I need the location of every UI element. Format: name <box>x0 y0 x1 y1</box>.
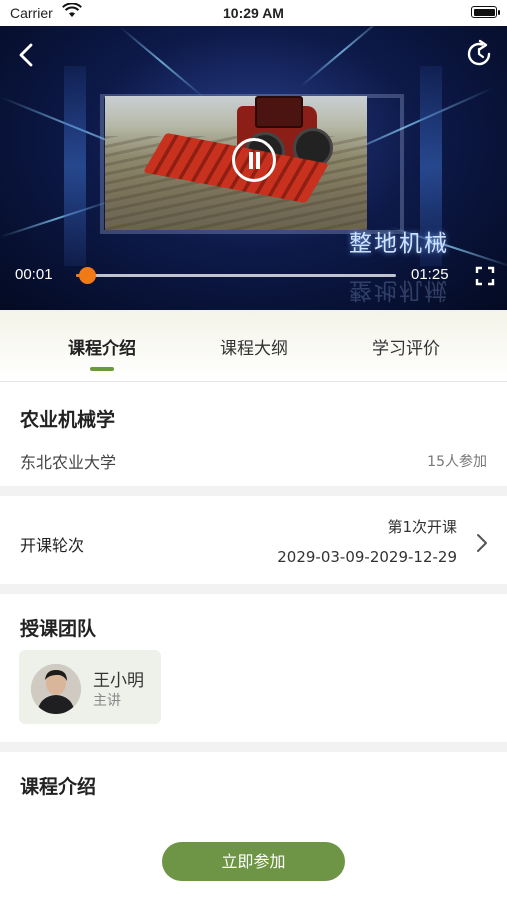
section-divider <box>0 742 507 752</box>
current-time: 00:01 <box>15 266 53 283</box>
status-bar: Carrier 10:29 AM <box>0 0 507 26</box>
teacher-name: 王小明 <box>93 671 144 691</box>
section-divider <box>0 486 507 496</box>
university-name: 东北农业大学 <box>20 453 117 472</box>
battery-icon <box>471 6 500 18</box>
video-overlay-title: 整地机械 <box>349 231 449 257</box>
chevron-left-icon <box>19 43 33 67</box>
teacher-card[interactable]: 王小明 主讲 <box>19 650 161 724</box>
teacher-role: 主讲 <box>93 693 121 709</box>
light-beam-decoration <box>299 26 385 88</box>
session-round: 第1次开课 <box>387 518 457 536</box>
teaching-team-section: 授课团队 王小明 主讲 <box>0 594 507 742</box>
course-info-section: 农业机械学 东北农业大学 15人参加 <box>0 383 507 486</box>
duration-time: 01:25 <box>411 266 449 283</box>
fullscreen-button[interactable] <box>475 266 495 286</box>
tab-syllabus[interactable]: 课程大纲 <box>184 334 324 359</box>
tractor-cab <box>255 96 303 128</box>
chevron-right-icon <box>475 532 489 554</box>
video-player[interactable]: 整地机械 整地机械 00:01 01:25 <box>0 26 507 310</box>
intro-heading: 课程介绍 <box>20 776 97 798</box>
participant-count: 15人参加 <box>427 454 487 470</box>
back-button[interactable] <box>12 40 42 70</box>
replay-button[interactable] <box>463 38 495 70</box>
tab-bar: 课程介绍 课程大纲 学习评价 <box>0 310 507 382</box>
avatar <box>31 664 81 714</box>
replay-icon <box>467 39 491 66</box>
team-heading: 授课团队 <box>20 618 97 640</box>
join-button[interactable]: 立即参加 <box>162 842 345 881</box>
active-tab-indicator <box>90 367 114 371</box>
progress-bar[interactable] <box>76 267 396 284</box>
session-label: 开课轮次 <box>20 536 85 555</box>
course-title: 农业机械学 <box>20 409 116 431</box>
light-beam-decoration <box>0 198 115 238</box>
tab-evaluation[interactable]: 学习评价 <box>336 334 476 359</box>
section-divider <box>0 584 507 594</box>
status-time: 10:29 AM <box>223 5 284 21</box>
fullscreen-icon <box>475 266 495 286</box>
progress-thumb[interactable] <box>79 267 97 284</box>
session-row[interactable]: 开课轮次 第1次开课 2029-03-09-2029-12-29 <box>0 496 507 584</box>
pause-button[interactable] <box>232 138 276 182</box>
tab-course-intro[interactable]: 课程介绍 <box>32 334 172 359</box>
session-dates: 2029-03-09-2029-12-29 <box>277 548 457 566</box>
light-beam-decoration <box>119 26 205 99</box>
pillar-decoration <box>64 66 86 266</box>
